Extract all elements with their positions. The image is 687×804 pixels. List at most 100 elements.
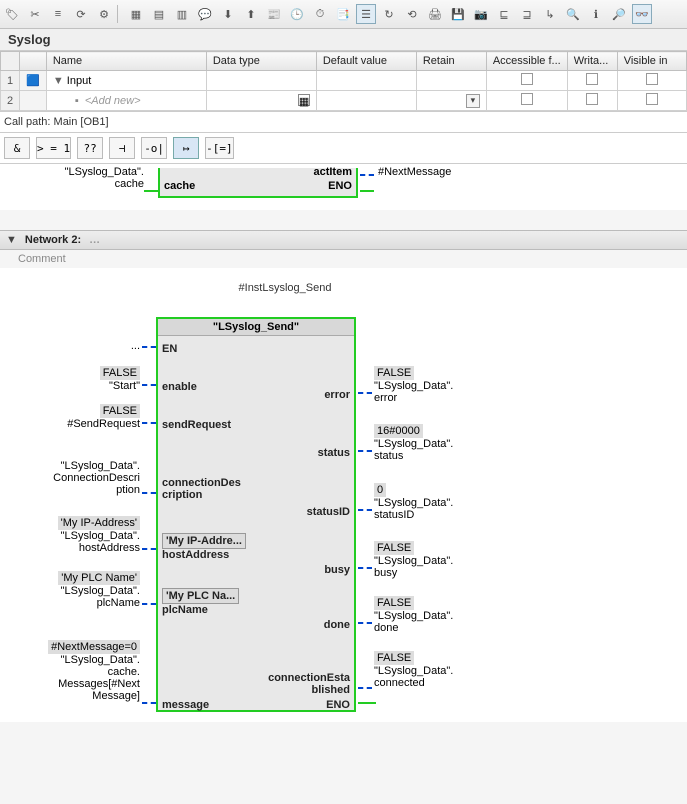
- table-header-row: Name Data type Default value Retain Acce…: [1, 52, 687, 71]
- toolbar-icon[interactable]: 💾: [448, 4, 468, 24]
- expand-icon[interactable]: ▼: [53, 75, 64, 87]
- port-done: done: [324, 619, 350, 631]
- col-accessible[interactable]: Accessible f...: [486, 52, 567, 71]
- toolbar-icon[interactable]: 📑: [333, 4, 353, 24]
- network-2-comment[interactable]: Comment: [0, 250, 687, 268]
- tag-cache-in[interactable]: "LSyslog_Data". cache: [48, 166, 144, 190]
- tag-conndesc[interactable]: "LSyslog_Data". ConnectionDescri ption: [10, 460, 140, 496]
- checkbox[interactable]: [586, 73, 598, 85]
- toolbar-icon[interactable]: ⟳: [71, 4, 91, 24]
- toolbar-icon[interactable]: ✂: [25, 4, 45, 24]
- port-busy: busy: [324, 564, 350, 576]
- tag-sendrequest[interactable]: FALSE #SendRequest: [10, 404, 140, 430]
- tag-message[interactable]: #NextMessage=0 "LSyslog_Data". cache. Me…: [10, 640, 140, 702]
- lad-btn[interactable]: &: [4, 137, 30, 159]
- toolbar-icon[interactable]: 📰: [264, 4, 284, 24]
- lad-btn[interactable]: -[=]: [205, 137, 234, 159]
- tag-busy[interactable]: FALSE "LSyslog_Data". busy: [374, 541, 453, 579]
- block-title: Syslog: [0, 29, 687, 51]
- network-2-header[interactable]: ▼ Network 2: …: [0, 230, 687, 250]
- tag-en[interactable]: ...: [106, 340, 140, 352]
- col-visible[interactable]: Visible in: [617, 52, 686, 71]
- fb-type-name: "LSyslog_Send": [158, 319, 354, 336]
- lad-btn[interactable]: ↦: [173, 137, 199, 159]
- toolbar-icon[interactable]: ☰: [356, 4, 376, 24]
- checkbox[interactable]: [646, 73, 658, 85]
- interface-table: Name Data type Default value Retain Acce…: [0, 51, 687, 111]
- tag-hostaddress[interactable]: 'My IP-Address' "LSyslog_Data". hostAddr…: [10, 516, 140, 554]
- instance-label[interactable]: #InstLsyslog_Send: [210, 282, 360, 294]
- toolbar-icon[interactable]: ↻: [379, 4, 399, 24]
- col-writable[interactable]: Writa...: [567, 52, 617, 71]
- port-hostaddress: 'My IP-Addre...hostAddress: [162, 533, 246, 561]
- table-row[interactable]: 1 🟦 ▼ Input: [1, 71, 687, 91]
- tag-connected[interactable]: FALSE "LSyslog_Data". connected: [374, 651, 453, 689]
- callpath-breadcrumb[interactable]: Call path: Main [OB1]: [0, 111, 687, 133]
- collapse-icon[interactable]: ▼: [6, 234, 17, 246]
- table-row[interactable]: 2 ▪ <Add new> ▦ ▾: [1, 91, 687, 111]
- toolbar-icon[interactable]: 💬: [195, 4, 215, 24]
- col-name[interactable]: Name: [46, 52, 206, 71]
- port-statusid: statusID: [307, 506, 350, 518]
- toolbar-icon[interactable]: ▥: [172, 4, 192, 24]
- toolbar-icon[interactable]: 🕒: [287, 4, 307, 24]
- port-status: status: [318, 447, 350, 459]
- checkbox[interactable]: [521, 93, 533, 105]
- lad-btn[interactable]: > = 1: [36, 137, 71, 159]
- glasses-icon[interactable]: 👓: [632, 4, 652, 24]
- toolbar-icon[interactable]: ↳: [540, 4, 560, 24]
- toolbar-icon[interactable]: ≡: [48, 4, 68, 24]
- col-default[interactable]: Default value: [316, 52, 416, 71]
- tag-status[interactable]: 16#0000 "LSyslog_Data". status: [374, 424, 453, 462]
- port-error: error: [324, 389, 350, 401]
- port-enable: enable: [162, 381, 197, 393]
- tag-nextmessage[interactable]: #NextMessage: [378, 166, 451, 178]
- port-plcname: 'My PLC Na...plcName: [162, 588, 239, 616]
- toolbar-icon[interactable]: ▦: [126, 4, 146, 24]
- network-1-tail: actItem cache ENO "LSyslog_Data". cache …: [10, 168, 677, 210]
- main-toolbar: 🏷 ✂ ≡ ⟳ ⚙ ▦ ▤ ▥ 💬 ⬇ ⬆ 📰 🕒 ⏱ 📑 ☰ ↻ ⟲ 🖨 💾 …: [0, 0, 687, 29]
- tag-error[interactable]: FALSE "LSyslog_Data". error: [374, 366, 453, 404]
- port-eno: ENO: [328, 180, 352, 192]
- lad-btn[interactable]: ⊣: [109, 137, 135, 159]
- tag-done[interactable]: FALSE "LSyslog_Data". done: [374, 596, 453, 634]
- toolbar-icon[interactable]: ⏱: [310, 4, 330, 24]
- tag-statusid[interactable]: 0 "LSyslog_Data". statusID: [374, 483, 453, 521]
- toolbar-icon[interactable]: 📷: [471, 4, 491, 24]
- fb-call: #InstLsyslog_Send "LSyslog_Send" EN enab…: [10, 282, 677, 712]
- port-message: message: [162, 699, 209, 711]
- port-cache: cache: [164, 180, 195, 192]
- toolbar-icon[interactable]: 🏷: [2, 4, 22, 24]
- lad-toolbar: & > = 1 ?? ⊣ -o| ↦ -[=]: [0, 133, 687, 164]
- toolbar-icon[interactable]: ⬆: [241, 4, 261, 24]
- datatype-picker-icon[interactable]: ▦: [298, 94, 310, 106]
- toolbar-icon[interactable]: ⊒: [517, 4, 537, 24]
- toolbar-icon[interactable]: 🔎: [609, 4, 629, 24]
- toolbar-icon[interactable]: 🖨: [425, 4, 445, 24]
- col-datatype[interactable]: Data type: [206, 52, 316, 71]
- tag-enable[interactable]: FALSE "Start": [10, 366, 140, 392]
- port-actitem: actItem: [313, 166, 352, 178]
- add-new[interactable]: <Add new>: [85, 95, 141, 107]
- port-en: EN: [162, 343, 177, 355]
- checkbox[interactable]: [586, 93, 598, 105]
- toolbar-icon[interactable]: 🔍: [563, 4, 583, 24]
- toolbar-icon[interactable]: ▤: [149, 4, 169, 24]
- toolbar-icon[interactable]: ⚙: [94, 4, 114, 24]
- tag-plcname[interactable]: 'My PLC Name' "LSyslog_Data". plcName: [10, 571, 140, 609]
- toolbar-icon[interactable]: ⬇: [218, 4, 238, 24]
- col-retain[interactable]: Retain: [416, 52, 486, 71]
- fb-box[interactable]: "LSyslog_Send" EN enable sendRequest con…: [156, 317, 356, 712]
- retain-dropdown-icon[interactable]: ▾: [466, 94, 480, 108]
- dots-icon: …: [89, 234, 100, 246]
- lad-btn[interactable]: ??: [77, 137, 103, 159]
- bullet-icon: ▪: [75, 95, 79, 107]
- lad-btn[interactable]: -o|: [141, 137, 167, 159]
- checkbox[interactable]: [646, 93, 658, 105]
- port-sendrequest: sendRequest: [162, 419, 231, 431]
- toolbar-icon[interactable]: ⊑: [494, 4, 514, 24]
- checkbox[interactable]: [521, 73, 533, 85]
- toolbar-icon[interactable]: ⟲: [402, 4, 422, 24]
- toolbar-icon[interactable]: ℹ: [586, 4, 606, 24]
- port-conndesc: connectionDescription: [162, 477, 241, 501]
